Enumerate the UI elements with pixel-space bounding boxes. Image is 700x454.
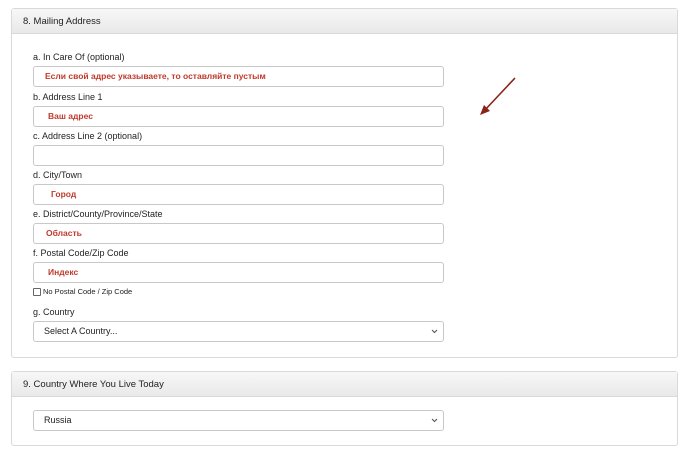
arrow-icon: [480, 77, 516, 115]
country-today-panel: 9. Country Where You Live Today Russia: [11, 371, 678, 446]
postal-code-label: f. Postal Code/Zip Code: [33, 248, 129, 258]
district-value: Область: [46, 228, 82, 238]
mailing-address-panel: 8. Mailing Address a. In Care Of (option…: [11, 8, 678, 358]
no-postal-code-row: No Postal Code / Zip Code: [33, 287, 132, 296]
district-label: e. District/County/Province/State: [33, 209, 163, 219]
no-postal-code-checkbox[interactable]: [33, 287, 41, 296]
postal-code-value: Индекс: [48, 267, 79, 277]
district-input[interactable]: Область: [33, 223, 444, 244]
address-line-1-value: Ваш адрес: [48, 111, 93, 121]
city-value: Город: [51, 189, 77, 199]
chevron-down-icon: [431, 411, 438, 437]
chevron-down-icon: [431, 322, 438, 348]
address-line-2-label: c. Address Line 2 (optional): [33, 131, 143, 141]
care-of-value: Если свой адрес указываете, то оставляйт…: [45, 71, 266, 81]
country-label: g. Country: [33, 307, 75, 317]
care-of-label: a. In Care Of (optional): [33, 52, 125, 62]
country-select-value: Select A Country...: [44, 326, 118, 336]
country-today-select[interactable]: Russia: [33, 410, 444, 431]
care-of-input[interactable]: Если свой адрес указываете, то оставляйт…: [33, 66, 444, 87]
city-input[interactable]: Город: [33, 184, 444, 205]
no-postal-code-label: No Postal Code / Zip Code: [43, 287, 133, 296]
address-line-1-label: b. Address Line 1: [33, 92, 103, 102]
address-line-1-input[interactable]: Ваш адрес: [33, 106, 444, 127]
country-select[interactable]: Select A Country...: [33, 321, 444, 342]
city-label: d. City/Town: [33, 170, 83, 180]
postal-code-input[interactable]: Индекс: [33, 262, 444, 283]
address-line-2-input[interactable]: [33, 145, 444, 166]
country-today-value: Russia: [44, 415, 72, 425]
section-9-header: 9. Country Where You Live Today: [12, 372, 677, 397]
section-8-header: 8. Mailing Address: [12, 9, 677, 34]
